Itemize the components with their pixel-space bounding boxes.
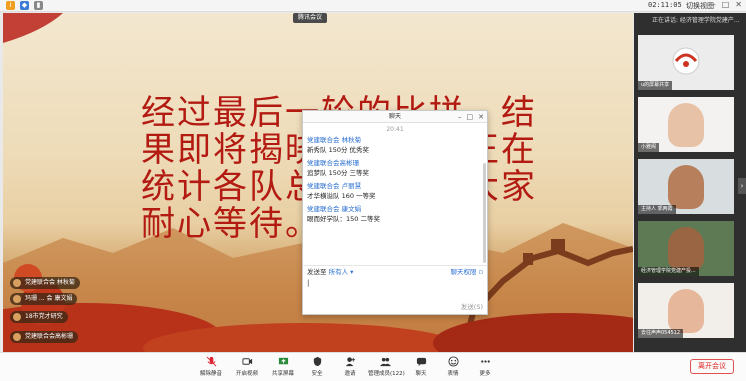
close-icon[interactable]: ✕ bbox=[735, 0, 742, 9]
chat-sender[interactable]: 党建联合会 林秋菊 bbox=[307, 136, 483, 145]
camera-icon bbox=[241, 358, 252, 365]
share-screen-button[interactable]: 共享屏幕 bbox=[268, 356, 298, 377]
video-tile[interactable]: 主持人 郭两霞 bbox=[638, 159, 734, 214]
chat-input[interactable]: | bbox=[303, 277, 487, 309]
chat-scrollbar[interactable] bbox=[483, 163, 486, 263]
video-tile[interactable]: 去往声声054512 bbox=[638, 283, 734, 338]
speaker-tag: 腾讯会议 bbox=[293, 13, 328, 23]
security-button[interactable]: 安全 bbox=[302, 356, 332, 377]
emoji-icon bbox=[447, 356, 459, 367]
shield-icon[interactable]: ◆ bbox=[20, 1, 29, 10]
participant-face bbox=[668, 227, 704, 271]
collapse-panel-icon[interactable]: › bbox=[738, 178, 746, 194]
meeting-timer: 02:11:05 bbox=[648, 1, 682, 9]
participant-face bbox=[668, 165, 704, 209]
top-bar: i ◆ ▮ 02:11:05 切换视图 – □ ✕ bbox=[0, 0, 746, 12]
chat-text: 新秀队 150分 优秀奖 bbox=[307, 146, 370, 154]
tile-label: 去往声声054512 bbox=[638, 329, 684, 338]
chat-sender[interactable]: 党建联合会 康文娟 bbox=[307, 205, 483, 214]
chat-permission-button[interactable]: 聊天权限 ▫ bbox=[451, 266, 483, 278]
invite-button[interactable]: 邀请 bbox=[335, 356, 365, 377]
chat-text: 眼而好学队：150 二等奖 bbox=[307, 215, 380, 223]
participant-panel: 正在讲话: 经济管理学院党建产... u的屏幕共享 小雅阁 主持人 郭两霞 经济… bbox=[634, 13, 746, 352]
signal-icon: ▮ bbox=[34, 1, 43, 10]
window-controls: – □ ✕ bbox=[712, 0, 742, 9]
reaction-chip: 18市党才研究 bbox=[10, 311, 68, 323]
chat-message: 党建联合会 卢丽慧 才华横溢队 160 一等奖 bbox=[307, 182, 483, 202]
tile-label: 主持人 郭两霞 bbox=[638, 205, 676, 214]
chat-sender[interactable]: 党建联合会高彬珊 bbox=[307, 159, 483, 168]
chat-message: 党建联合会高彬珊 追梦队 150分 三等奖 bbox=[307, 159, 483, 179]
tile-label: 经济管理学院党建产投... bbox=[638, 267, 699, 276]
maximize-icon[interactable]: □ bbox=[722, 0, 730, 9]
more-icon bbox=[480, 360, 490, 363]
chat-title: 聊天 bbox=[388, 113, 401, 120]
chat-message: 党建联合会 林秋菊 新秀队 150分 优秀奖 bbox=[307, 136, 483, 156]
reaction-chip: 党建联合会高彬珊 bbox=[10, 331, 79, 343]
send-target-bar: 发送至 所有人 ▾ 聊天权限 ▫ bbox=[303, 265, 487, 277]
speaking-indicator: 正在讲话: 经济管理学院党建产... bbox=[652, 17, 740, 24]
chat-icon bbox=[416, 357, 426, 367]
chat-window-controls: – □ ✕ bbox=[458, 111, 484, 123]
meeting-app: i ◆ ▮ 02:11:05 切换视图 – □ ✕ 腾讯会议 经过最后 ，结果即… bbox=[0, 0, 746, 381]
leave-meeting-button[interactable]: 离开会议 bbox=[690, 359, 734, 374]
send-to-select[interactable]: 所有人 ▾ bbox=[329, 268, 354, 276]
chat-minimize-icon[interactable]: – bbox=[458, 111, 462, 123]
participant-face bbox=[668, 103, 704, 147]
invite-icon bbox=[345, 357, 355, 367]
chat-title-bar[interactable]: 聊天 – □ ✕ bbox=[303, 111, 487, 123]
start-video-button[interactable]: 开启视频 bbox=[232, 356, 262, 377]
chat-sender[interactable]: 党建联合会 卢丽慧 bbox=[307, 182, 483, 191]
minimize-icon[interactable]: – bbox=[712, 0, 716, 9]
send-to-label: 发送至 bbox=[307, 268, 327, 276]
video-tile[interactable]: u的屏幕共享 bbox=[638, 35, 734, 90]
share-screen-icon bbox=[278, 357, 288, 365]
tile-label: u的屏幕共享 bbox=[638, 81, 673, 90]
video-tile[interactable]: 经济管理学院党建产投... bbox=[638, 221, 734, 276]
top-status-icons: i ◆ ▮ bbox=[6, 1, 43, 10]
chat-button[interactable]: 聊天 bbox=[406, 356, 436, 377]
tile-label: 小雅阁 bbox=[638, 143, 660, 152]
shield-icon bbox=[313, 356, 321, 367]
video-tile[interactable]: 小雅阁 bbox=[638, 97, 734, 152]
more-button[interactable]: 更多 bbox=[470, 356, 500, 377]
bottom-toolbar: 解除静音 开启视频 共享屏幕 安全 邀请 管理成员(122) 聊天 表情 更多 … bbox=[0, 352, 746, 381]
chat-maximize-icon[interactable]: □ bbox=[467, 111, 474, 123]
manage-members-button[interactable]: 管理成员(122) bbox=[368, 356, 405, 377]
meeting-info-icon[interactable]: i bbox=[6, 1, 15, 10]
chat-text: 才华横溢队 160 一等奖 bbox=[307, 192, 376, 200]
members-icon bbox=[379, 357, 391, 367]
chat-timestamp: 20:41 bbox=[386, 126, 404, 133]
chat-message: 党建联合会 康文娟 眼而好学队：150 二等奖 bbox=[307, 205, 483, 225]
reaction-chip: 党建联合会 林秋菊 bbox=[10, 277, 80, 289]
chat-message-list[interactable]: 20:41 党建联合会 林秋菊 新秀队 150分 优秀奖 党建联合会高彬珊 追梦… bbox=[303, 123, 487, 265]
emoji-button[interactable]: 表情 bbox=[438, 356, 468, 377]
switch-view-button[interactable]: 切换视图 bbox=[686, 1, 714, 11]
chat-text: 追梦队 150分 三等奖 bbox=[307, 169, 370, 177]
microphone-icon bbox=[206, 356, 216, 367]
chat-window[interactable]: 聊天 – □ ✕ 20:41 党建联合会 林秋菊 新秀队 150分 优秀奖 党建… bbox=[302, 110, 488, 315]
reaction-chip: 玛珊 ... 会 康文娟 bbox=[10, 293, 78, 305]
send-button[interactable]: 发送(S) bbox=[461, 301, 483, 311]
chat-close-icon[interactable]: ✕ bbox=[478, 111, 484, 123]
participant-face bbox=[668, 289, 704, 333]
unmute-button[interactable]: 解除静音 bbox=[196, 356, 226, 377]
